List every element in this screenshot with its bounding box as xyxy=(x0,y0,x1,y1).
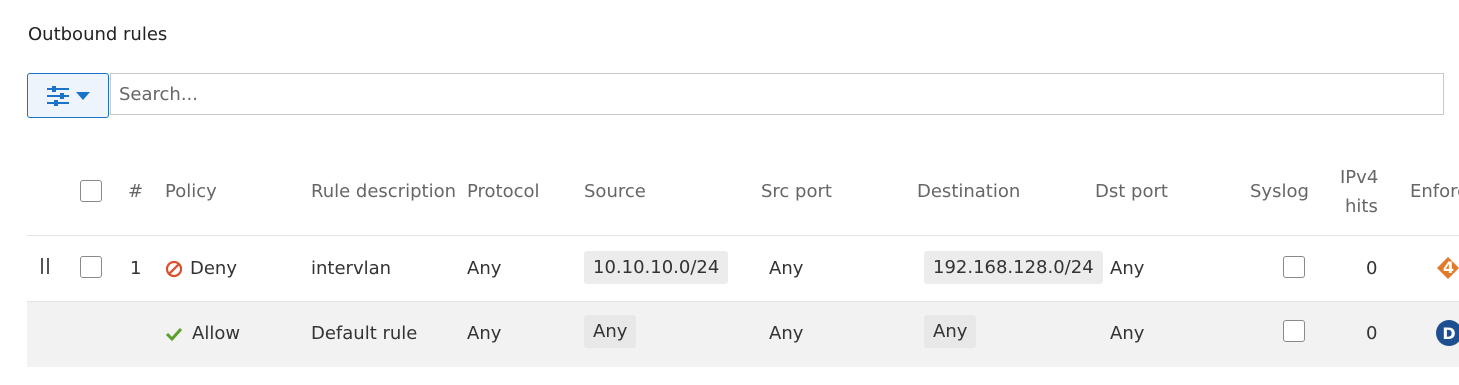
rule-description-value[interactable]: intervlan xyxy=(311,258,391,279)
check-icon xyxy=(165,327,183,342)
column-header-policy[interactable]: Policy xyxy=(165,181,217,202)
source-chip: Any xyxy=(584,315,637,348)
column-header-syslog[interactable]: Syslog xyxy=(1250,181,1309,202)
policy-value[interactable]: Deny xyxy=(190,258,237,279)
rule-number: 1 xyxy=(130,258,142,279)
protocol-value[interactable]: Any xyxy=(467,258,501,279)
dst-port-value[interactable]: Any xyxy=(1110,258,1144,279)
column-header-src-port[interactable]: Src port xyxy=(761,181,832,202)
header-divider xyxy=(27,235,1459,236)
destination-chip: Any xyxy=(924,315,977,348)
policy-value: Allow xyxy=(192,323,241,344)
enforcement-badge-label: 4 xyxy=(1443,258,1455,277)
protocol-value: Any xyxy=(467,323,502,344)
dst-port-value: Any xyxy=(1110,323,1145,344)
row-checkbox[interactable] xyxy=(80,256,102,278)
column-header-ipv4-hits-line1: IPv4 xyxy=(1340,167,1379,188)
section-title: Outbound rules xyxy=(28,24,168,45)
source-chip[interactable]: 10.10.10.0/24 xyxy=(584,251,729,284)
column-header-enforcement[interactable]: Enforc xyxy=(1410,181,1459,202)
column-header-destination[interactable]: Destination xyxy=(917,181,1020,202)
enforcement-badge: D xyxy=(1436,320,1459,346)
column-header-rule-description[interactable]: Rule description xyxy=(311,181,456,202)
column-header-source[interactable]: Source xyxy=(584,181,646,202)
column-header-dst-port[interactable]: Dst port xyxy=(1095,181,1168,202)
column-header-number: # xyxy=(128,181,144,202)
destination-chip[interactable]: 192.168.128.0/24 xyxy=(924,251,1103,284)
table-row-default xyxy=(27,301,1459,367)
src-port-value: Any xyxy=(769,323,804,344)
select-all-checkbox[interactable] xyxy=(80,180,102,202)
syslog-checkbox[interactable] xyxy=(1283,320,1305,342)
chevron-down-icon xyxy=(76,91,90,100)
ipv4-hits-value: 0 xyxy=(1366,323,1378,344)
rule-description-value: Default rule xyxy=(311,323,418,344)
drag-handle-icon[interactable] xyxy=(41,258,50,274)
ipv4-hits-value: 0 xyxy=(1366,258,1378,279)
syslog-checkbox[interactable] xyxy=(1283,256,1305,278)
filter-button[interactable] xyxy=(27,73,109,118)
src-port-value[interactable]: Any xyxy=(769,258,803,279)
column-header-protocol[interactable]: Protocol xyxy=(467,181,540,202)
deny-icon xyxy=(165,260,183,278)
column-header-ipv4-hits-line2: hits xyxy=(1345,196,1378,217)
search-input[interactable] xyxy=(110,73,1444,115)
filter-sliders-icon xyxy=(47,85,69,106)
